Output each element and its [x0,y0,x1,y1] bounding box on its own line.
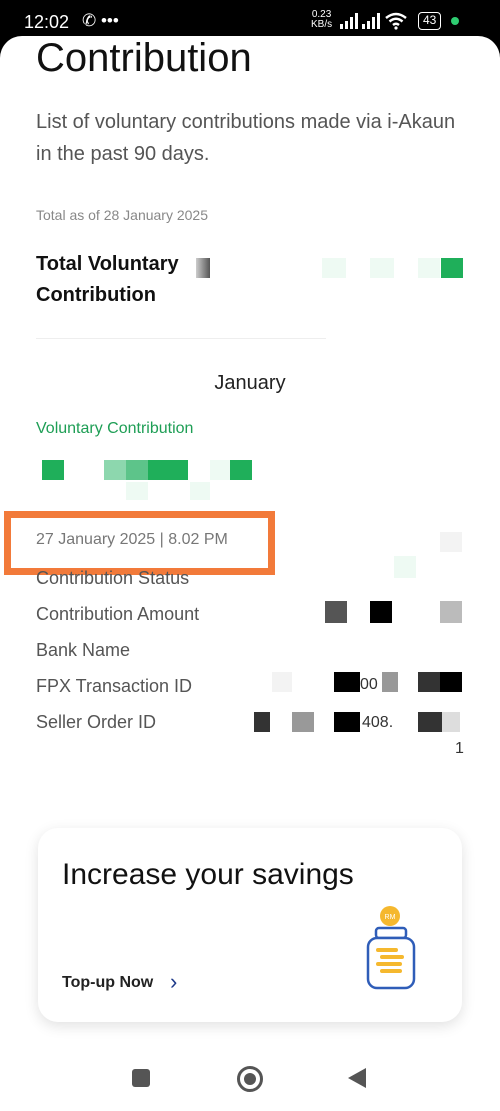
page-subtitle: List of voluntary contributions made via… [36,111,456,165]
fpx-transaction-id-label: FPX Transaction ID [36,676,193,696]
redacted-block [322,258,346,278]
savings-jar-icon: RM [366,906,416,990]
system-navigation [0,1061,500,1111]
seller-order-id-label: Seller Order ID [36,712,157,732]
network-speed: 0.23 KB/s [311,10,332,30]
contribution-amount-label: Contribution Amount [36,604,200,624]
chevron-right-icon[interactable]: › [170,969,177,995]
back-button-icon[interactable] [348,1068,366,1088]
redacted-block [334,712,360,732]
redacted-block [210,460,230,480]
contribution-status-label: Contribution Status [36,568,190,588]
redacted-block [334,672,360,692]
recents-button-icon[interactable] [132,1069,150,1087]
redacted-amount-value [325,601,347,623]
redacted-amount [42,460,64,480]
redacted-block [382,672,398,692]
redacted-block [370,258,394,278]
card-title: Increase your savings [62,858,354,891]
redacted-block [442,712,460,732]
redacted-block [272,672,292,692]
highlight-box [4,511,275,575]
redacted-block [126,482,148,500]
redacted-block [370,601,392,623]
redacted-block [418,672,440,692]
redacted-block [418,712,442,732]
bank-name-label: Bank Name [36,640,131,660]
redacted-block [230,460,252,480]
seller-order-id-fragment: 408. [362,714,394,731]
redacted-block [440,672,462,692]
jar-badge: RM [385,914,396,921]
signal-icon-2 [362,13,380,29]
redacted-block [104,460,126,480]
app-screen: Contribution List of voluntary contribut… [0,36,500,1111]
notification-icons: ✆ ••• [82,11,119,30]
page-title: Contribution [36,36,252,80]
redacted-block [190,482,210,500]
redacted-total-value [196,258,210,278]
network-speed-unit: KB/s [311,19,333,30]
redacted-block [148,460,188,480]
redacted-block [440,601,462,623]
redacted-block [126,460,148,480]
signal-icon [340,13,358,29]
status-time: 12:02 [24,12,70,32]
battery-icon: 43 [418,12,442,30]
privacy-indicator-icon [451,17,460,25]
voluntary-contribution-label: Voluntary Contribution [36,420,194,437]
status-right-icons: 43 [340,12,460,30]
redacted-block [441,258,463,278]
increase-savings-card[interactable]: Increase your savings Top-up Now › RM [38,828,462,1022]
top-up-now-link[interactable]: Top-up Now [62,974,153,992]
redacted-block [292,712,314,732]
home-button-icon[interactable] [237,1066,263,1092]
total-as-of: Total as of 28 January 2025 [36,207,209,223]
redacted-block [418,258,440,278]
redacted-block [440,532,462,552]
redacted-status-value [394,556,416,578]
month-header: January [214,372,286,394]
seller-order-id-tail: 1 [455,740,464,757]
wifi-icon [385,12,407,30]
redacted-block [254,712,270,732]
divider [36,338,326,339]
fpx-transaction-id-fragment: 00 [360,676,378,693]
